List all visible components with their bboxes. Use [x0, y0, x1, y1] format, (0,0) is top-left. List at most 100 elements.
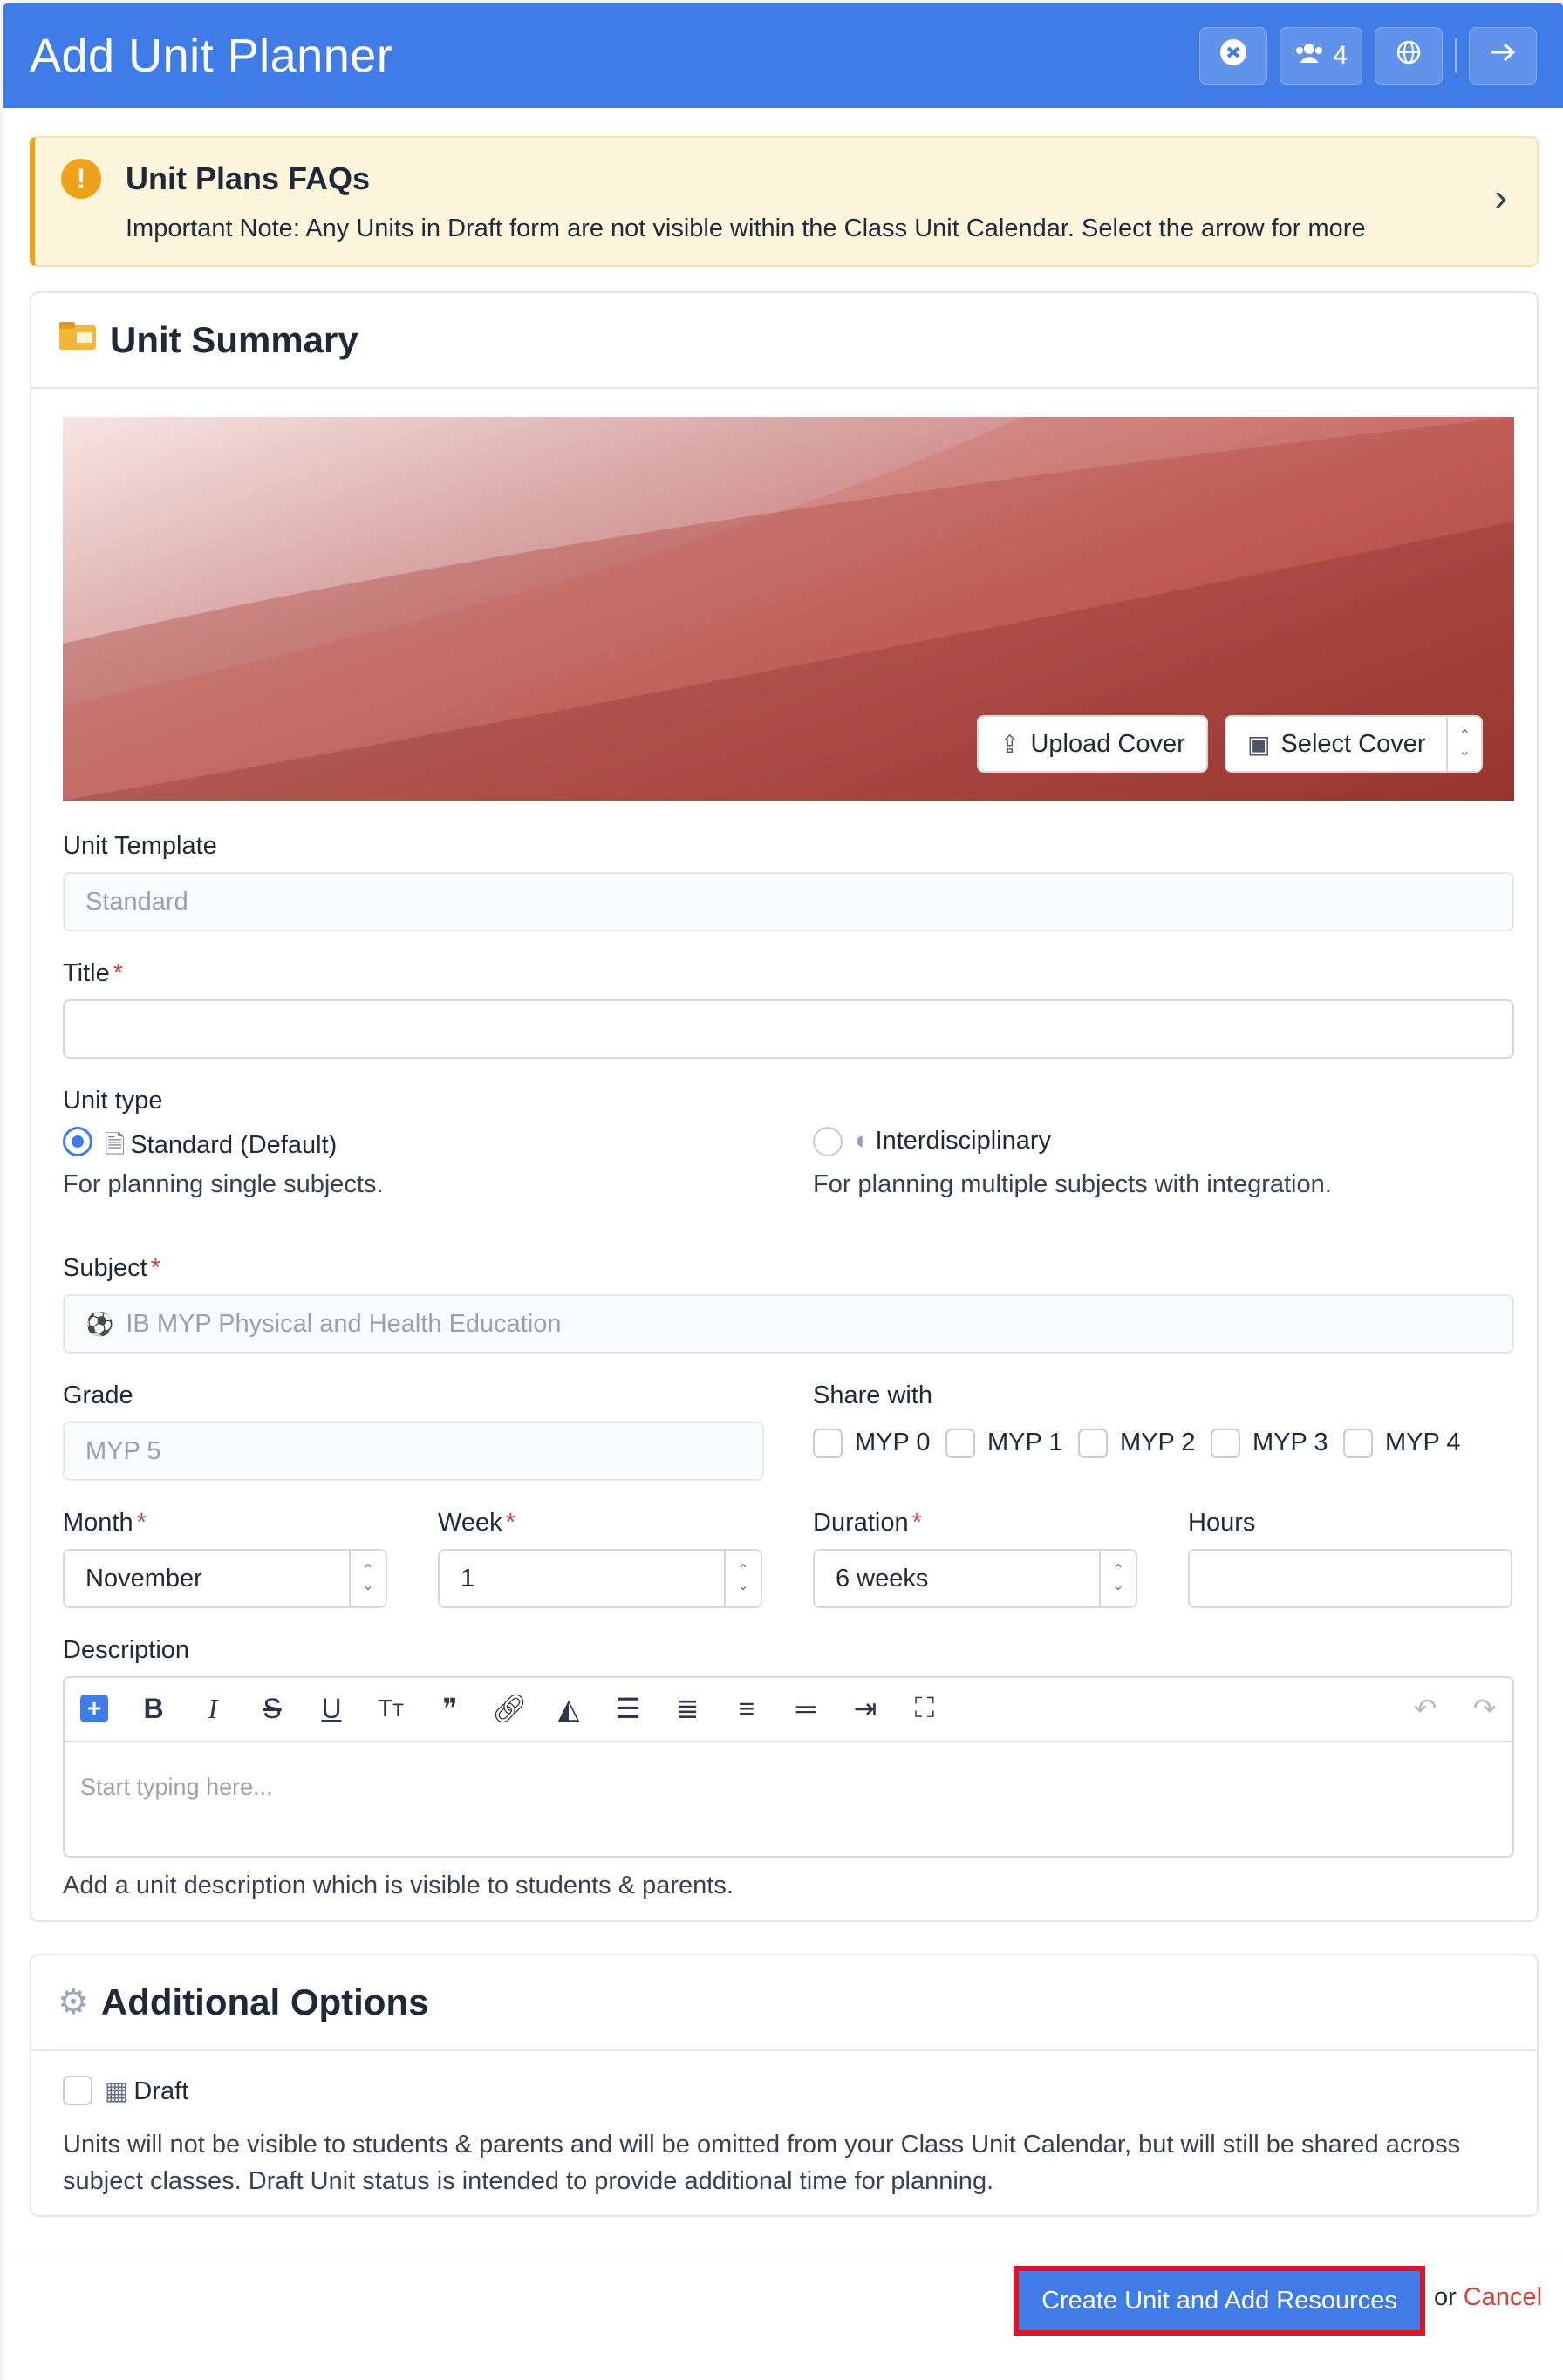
share-myp3-checkbox[interactable] [1211, 1429, 1240, 1458]
duration-chevron-icon: ⌃ ⌄ [1099, 1551, 1136, 1606]
unit-summary-card: Unit Summary ⇪ Upload Cover ▣ Select Cov… [30, 291, 1539, 1922]
month-value: November [85, 1564, 202, 1592]
subject-icon: ⚽ [85, 1310, 114, 1337]
folder-icon [58, 320, 98, 360]
align-icon[interactable]: ≡ [717, 1693, 776, 1725]
required-mark: * [113, 959, 124, 987]
select-cover-button[interactable]: ▣ Select Cover ⌃ ⌄ [1225, 715, 1484, 773]
create-unit-label: Create Unit and Add Resources [1041, 2286, 1397, 2315]
subject-field: ⚽ IB MYP Physical and Health Education [63, 1294, 1514, 1354]
redo-icon[interactable]: ↷ [1455, 1692, 1514, 1725]
indent-icon[interactable]: ⇥ [836, 1692, 895, 1725]
highlight-icon[interactable]: ◭ [539, 1692, 598, 1725]
close-panel-button[interactable] [1469, 27, 1537, 85]
week-chevron-icon: ⌃ ⌄ [724, 1551, 761, 1606]
draft-icon: ▦ [105, 2077, 129, 2105]
month-select[interactable]: November ⌃ ⌄ [63, 1549, 387, 1608]
radio-interdisciplinary[interactable] [813, 1127, 843, 1156]
duration-select[interactable]: 6 weeks ⌃ ⌄ [813, 1549, 1137, 1608]
description-input[interactable]: Start typing here... [80, 1774, 273, 1801]
cancel-link[interactable]: Cancel [1464, 2283, 1542, 2311]
interdisciplinary-help: For planning multiple subjects with inte… [813, 1170, 1332, 1198]
interdisciplinary-icon: ◐ [855, 1127, 870, 1155]
modal-header: Add Unit Planner 4 [3, 3, 1563, 108]
description-help: Add a unit description which is visible … [63, 1872, 734, 1899]
share-myp0-checkbox[interactable] [813, 1429, 843, 1458]
header-divider [1455, 38, 1457, 73]
subject-label-text: Subject [63, 1254, 147, 1282]
quote-icon[interactable]: ❞ [420, 1692, 480, 1725]
chevron-right-icon[interactable]: › [1494, 176, 1507, 220]
strikethrough-icon[interactable]: S [242, 1693, 302, 1725]
chat-button[interactable] [1199, 27, 1268, 85]
bullet-list-icon[interactable]: ☰ [598, 1692, 658, 1725]
faq-title: Unit Plans FAQs [126, 160, 371, 196]
insert-block-icon[interactable]: + [80, 1695, 108, 1722]
modal-title: Add Unit Planner [30, 30, 393, 82]
draft-label: Draft [133, 2077, 189, 2105]
share-myp2-label: MYP 2 [1120, 1429, 1196, 1456]
upload-icon: ⇪ [1000, 730, 1020, 758]
footer-or: or Cancel [1434, 2283, 1542, 2312]
duration-label-text: Duration [813, 1509, 909, 1537]
week-label: Week * [438, 1509, 515, 1538]
upload-cover-label: Upload Cover [1030, 729, 1185, 758]
share-myp4-checkbox[interactable] [1343, 1429, 1373, 1458]
title-label: Title * [63, 959, 123, 988]
bold-icon[interactable]: B [124, 1693, 183, 1725]
hours-label: Hours [1188, 1509, 1256, 1537]
grade-label: Grade [63, 1381, 133, 1409]
unit-template-label: Unit Template [63, 832, 217, 860]
users-icon [1294, 42, 1324, 71]
select-cover-chevron-icon: ⌃ ⌄ [1446, 717, 1481, 771]
language-button[interactable] [1375, 27, 1443, 85]
share-myp1-label: MYP 1 [987, 1429, 1063, 1456]
option-standard[interactable]: 🗎 Standard (Default) [105, 1127, 337, 1170]
month-chevron-icon: ⌃ ⌄ [349, 1551, 386, 1606]
numbered-list-icon[interactable]: ≣ [658, 1692, 717, 1725]
unit-summary-title: Unit Summary [110, 319, 358, 360]
underline-icon[interactable]: U [302, 1693, 361, 1725]
document-icon: 🗎 [105, 1131, 126, 1159]
upload-cover-button[interactable]: ⇪ Upload Cover [977, 715, 1208, 773]
draft-checkbox[interactable] [63, 2076, 92, 2105]
month-label: Month * [63, 1509, 147, 1538]
option-interdisciplinary[interactable]: ◐ Interdisciplinary [855, 1127, 1051, 1156]
unit-template-value: Standard [85, 887, 188, 916]
required-mark: * [505, 1509, 515, 1537]
additional-options-card: ⚙ Additional Options ▦ Draft Units will n… [30, 1954, 1539, 2217]
editor-toolbar: + B I S U Tт ❞ 🔗︎ ◭ ☰ ≣ ≡ ═ ⇥ ⛶ ↶ ↷ [63, 1676, 1514, 1742]
month-label-text: Month [63, 1509, 133, 1537]
unit-type-label: Unit type [63, 1087, 163, 1115]
hours-input[interactable] [1188, 1549, 1512, 1608]
cover-image: ⇪ Upload Cover ▣ Select Cover ⌃ ⌄ [63, 417, 1514, 801]
horizontal-rule-icon[interactable]: ═ [776, 1693, 836, 1725]
italic-icon[interactable]: I [183, 1693, 242, 1725]
duration-value: 6 weeks [836, 1564, 929, 1592]
unit-template-field: Standard [63, 872, 1514, 931]
members-button[interactable]: 4 [1280, 27, 1362, 85]
undo-icon[interactable]: ↶ [1396, 1692, 1455, 1725]
week-select[interactable]: 1 ⌃ ⌄ [438, 1549, 762, 1608]
draft-option[interactable]: ▦ Draft [105, 2076, 188, 2106]
globe-icon [1396, 39, 1422, 72]
share-myp3-label: MYP 3 [1252, 1429, 1328, 1456]
fullscreen-icon[interactable]: ⛶ [895, 1692, 954, 1725]
week-label-text: Week [438, 1509, 502, 1537]
share-myp1-checkbox[interactable] [945, 1429, 975, 1458]
subject-value: IB MYP Physical and Health Education [126, 1309, 562, 1338]
radio-standard[interactable] [63, 1127, 92, 1156]
create-unit-button[interactable]: Create Unit and Add Resources [1014, 2266, 1425, 2336]
chat-icon [1218, 38, 1248, 74]
required-mark: * [136, 1509, 147, 1537]
duration-label: Duration * [813, 1509, 922, 1538]
standard-help: For planning single subjects. [63, 1170, 384, 1198]
link-icon[interactable]: 🔗︎ [480, 1692, 539, 1725]
grade-field: MYP 5 [63, 1422, 764, 1481]
title-input[interactable] [63, 999, 1514, 1059]
share-with-label: Share with [813, 1381, 933, 1409]
faq-banner[interactable]: ! Unit Plans FAQs Important Note: Any Un… [30, 136, 1539, 267]
share-myp2-checkbox[interactable] [1078, 1429, 1108, 1458]
draft-help: Units will not be visible to students & … [63, 2131, 1461, 2195]
text-size-icon[interactable]: Tт [361, 1695, 420, 1722]
